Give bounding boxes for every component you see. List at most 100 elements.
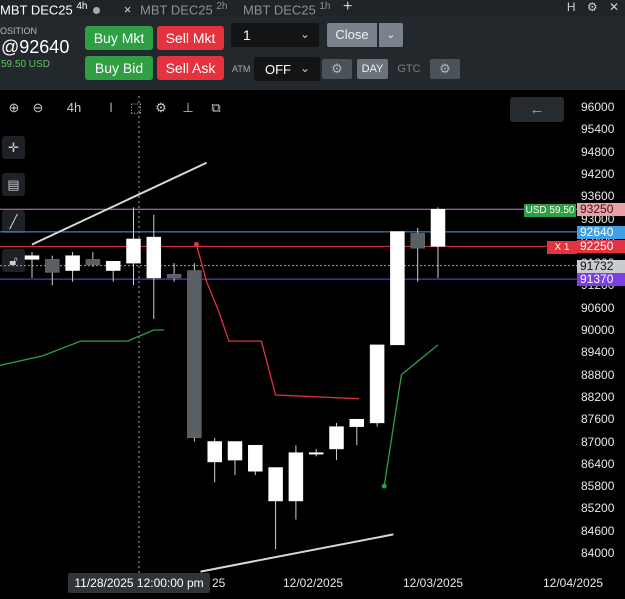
y-axis-tick-label: 88200 (581, 389, 615, 404)
candle-body (390, 231, 405, 346)
position-price: @92640 (1, 37, 70, 57)
candle-body (349, 418, 365, 427)
candle-body (65, 255, 80, 271)
close-dropdown-chevron-icon[interactable]: ⌄ (379, 23, 403, 47)
y-axis-tick-label: 95400 (581, 122, 615, 137)
price-axis-tag: 92250 (577, 240, 625, 254)
chevron-down-icon[interactable]: ⌄ (300, 27, 310, 41)
back-arrow-button[interactable]: ← (510, 97, 564, 122)
tab-mbt-dec25-1h[interactable]: MBT DEC25 1h (243, 0, 331, 17)
y-axis-tick-label: 84000 (581, 546, 615, 560)
candle-body (248, 444, 263, 472)
x-axis-label: 12/02/2025 (283, 576, 344, 590)
tab-timeframe: 1h (319, 1, 331, 12)
candle-body (24, 255, 40, 260)
x-axis-label: 12/04/2025 (543, 576, 604, 590)
candle-body (207, 441, 222, 463)
candle-body (166, 274, 182, 279)
position-pnl: 59.50 USD (1, 59, 50, 70)
candle-body (126, 238, 141, 264)
price-axis-tag: 91370 (577, 273, 625, 287)
tab-mbt-dec25-4h[interactable]: MBT DEC25 4h × (0, 0, 131, 17)
close-icon[interactable]: ✕ (609, 0, 619, 14)
y-axis-tick-label: 86400 (581, 456, 615, 471)
candle-body (410, 233, 425, 249)
trendline-lower (200, 533, 394, 573)
candle-body (430, 208, 446, 247)
unsaved-dot-icon (93, 7, 101, 15)
x-axis-label: 12/03/2025 (403, 576, 464, 590)
candle-body (146, 236, 162, 279)
tif-settings-gear-icon[interactable]: ⚙ (430, 59, 460, 79)
close-position-button[interactable]: Close (327, 23, 377, 47)
tab-bar: MBT DEC25 4h × MBT DEC25 2h MBT DEC25 1h… (0, 0, 625, 17)
tif-day-button[interactable]: DAY (357, 59, 388, 79)
profit-label: USD 59.50 (524, 204, 576, 217)
add-tab-button[interactable]: + (343, 0, 352, 16)
candle-body (268, 467, 283, 502)
object-list-icon[interactable]: ▤ (2, 173, 25, 196)
y-axis-tick-label: 87600 (581, 412, 615, 427)
quantity-value: 1 (243, 27, 251, 43)
candle-body (308, 452, 324, 455)
template-icon[interactable]: ⧉ (205, 97, 227, 119)
atm-label: ATM (232, 64, 251, 74)
position-label: OSITION (0, 26, 38, 36)
order-qty-label[interactable]: X 1 (547, 241, 577, 254)
buy-mkt-button[interactable]: Buy Mkt (85, 26, 153, 50)
y-axis-tick-label: 84600 (581, 523, 615, 538)
sell-mkt-button[interactable]: Sell Mkt (157, 26, 224, 50)
crosshair-date-label: 11/28/2025 12:00:00 pm (68, 573, 210, 593)
candle-body (105, 260, 121, 271)
candle-body (288, 452, 304, 502)
candle-body (187, 270, 202, 439)
candlestick-type-icon[interactable]: 𝍩 (100, 97, 122, 119)
gear-icon[interactable]: ⚙ (587, 0, 598, 14)
sell-ask-button[interactable]: Sell Ask (157, 56, 224, 80)
order-toolbar: OSITION @92640 59.50 USD Buy Mkt Sell Mk… (0, 16, 625, 90)
red-indicator-line (195, 244, 359, 400)
red-indicator-start-dot (193, 242, 199, 248)
tab-timeframe: 2h (216, 1, 228, 12)
lock-icon[interactable]: 🔓︎ (2, 249, 25, 272)
candle-body (329, 426, 344, 450)
green-indicator-line-2 (383, 344, 439, 487)
zoom-out-icon[interactable]: ⊖ (27, 97, 49, 119)
y-axis-tick-label: 89400 (581, 345, 615, 360)
atm-select[interactable]: OFF ⌄ (254, 57, 320, 81)
price-axis-tag: 93250 (577, 203, 625, 217)
price-axis-tag: 92640 (577, 225, 625, 239)
trendline-upper (31, 161, 208, 246)
y-axis-tick-label: 87000 (581, 434, 615, 449)
chevron-down-icon: ⌄ (300, 61, 311, 75)
y-axis-tick-label: 88800 (581, 367, 615, 382)
atm-value: OFF (265, 62, 291, 77)
select-area-icon[interactable]: ⬚ (125, 97, 147, 119)
green-indicator-line (0, 329, 164, 366)
h-icon[interactable]: H (567, 0, 576, 14)
candle-body (85, 259, 101, 266)
y-axis-tick-label: 90600 (581, 300, 615, 315)
settings-gear-icon[interactable]: ⚙ (150, 97, 172, 119)
candle-body (369, 344, 385, 424)
buy-bid-button[interactable]: Buy Bid (85, 56, 153, 80)
zoom-in-icon[interactable]: ⊕ (3, 97, 25, 119)
candle-body (227, 441, 243, 461)
tab-mbt-dec25-2h[interactable]: MBT DEC25 2h (140, 0, 228, 17)
timeframe-button[interactable]: MBT DEC254h (58, 97, 90, 119)
y-axis-tick-label: 85200 (581, 501, 615, 516)
y-axis-tick-label: 94800 (581, 144, 615, 159)
tif-gtc-button[interactable]: GTC (393, 59, 425, 79)
crosshair-icon[interactable]: ✛ (2, 136, 25, 159)
y-axis-tick-label: 90000 (581, 323, 615, 337)
indicators-icon[interactable]: ⊥ (177, 97, 199, 119)
quantity-input[interactable]: 1 ⌄ (231, 23, 319, 47)
atm-settings-gear-icon[interactable]: ⚙ (322, 59, 352, 79)
y-axis-tick-label: 96000 (581, 100, 615, 114)
candle-body (45, 259, 60, 273)
tab-timeframe: 4h (76, 1, 88, 12)
draw-line-icon[interactable]: ╱ (2, 210, 25, 233)
green-indicator-start-dot (381, 483, 387, 489)
window-controls: H ⚙ ✕ (567, 0, 619, 14)
y-axis-tick-label: 93600 (581, 189, 615, 204)
